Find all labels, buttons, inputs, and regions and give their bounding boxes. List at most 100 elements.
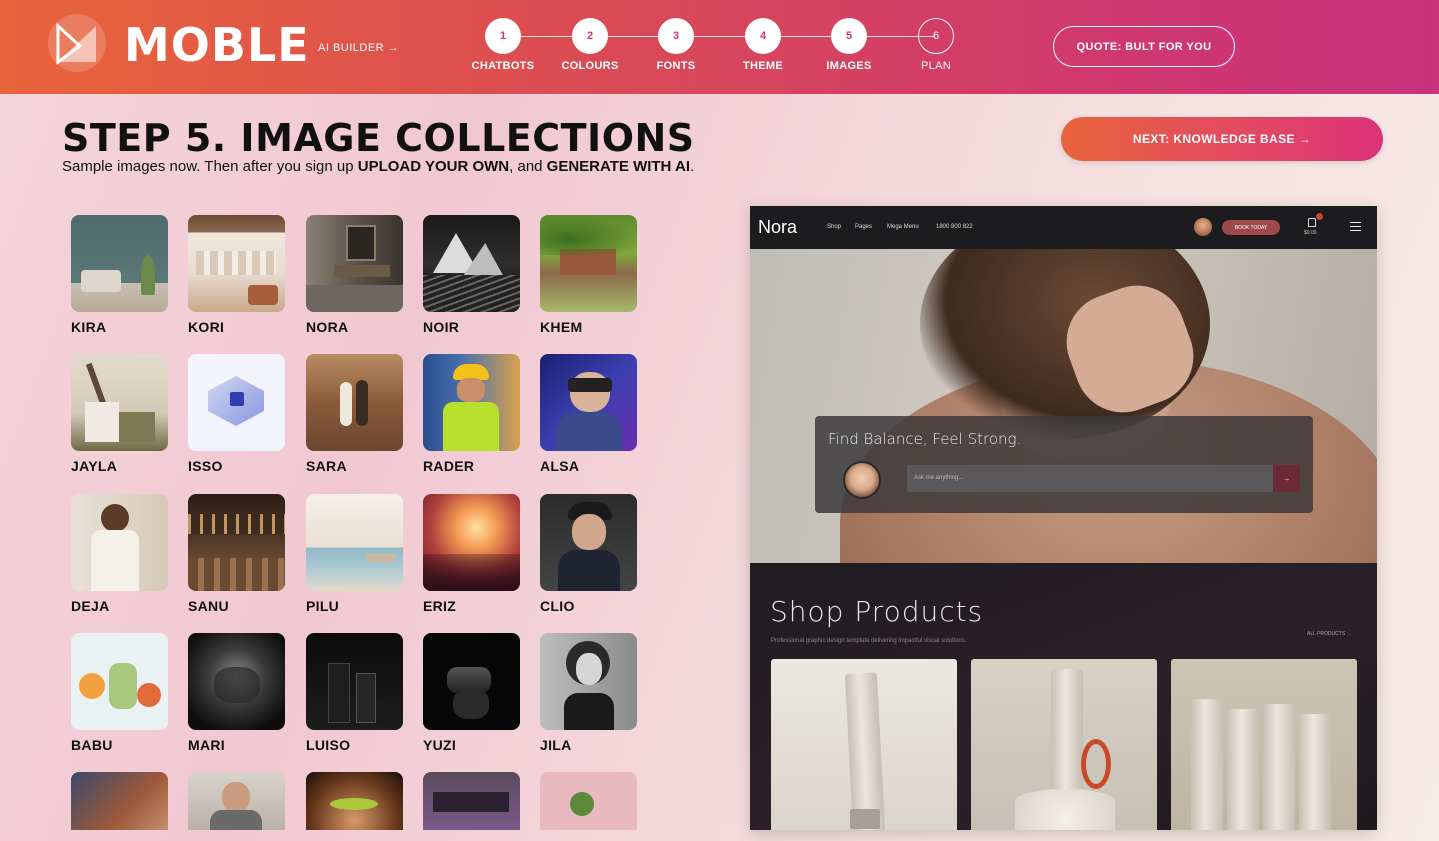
chat-placeholder: Ask me anything... bbox=[914, 475, 964, 481]
collection-tile[interactable] bbox=[188, 772, 285, 830]
preview-brand[interactable]: Nora bbox=[758, 217, 797, 238]
collection-noir[interactable]: NOIR bbox=[423, 215, 520, 335]
ai-builder-link[interactable]: AI BUILDER → bbox=[318, 42, 399, 54]
collection-thumbnail[interactable] bbox=[306, 215, 403, 312]
collection-thumbnail[interactable] bbox=[306, 633, 403, 730]
step-number: 6 bbox=[918, 18, 954, 54]
user-icon[interactable] bbox=[1308, 218, 1316, 227]
preview-avatar[interactable] bbox=[1194, 218, 1212, 236]
collection-tile[interactable] bbox=[71, 772, 168, 830]
cart-badge bbox=[1316, 213, 1323, 220]
collection-kori[interactable]: KORI bbox=[188, 215, 285, 335]
collection-yuzi[interactable]: YUZI bbox=[423, 633, 520, 753]
step-plan[interactable]: 6 PLAN bbox=[903, 18, 969, 72]
step-colours[interactable]: 2 COLOURS bbox=[557, 18, 623, 72]
collection-thumbnail[interactable] bbox=[71, 772, 168, 830]
collection-name: RADER bbox=[423, 458, 475, 474]
collection-thumbnail[interactable] bbox=[423, 215, 520, 312]
step-label: THEME bbox=[743, 60, 783, 72]
step-theme[interactable]: 4 THEME bbox=[730, 18, 796, 72]
collection-nora[interactable]: NORA bbox=[306, 215, 403, 335]
all-products-link[interactable]: ALL PRODUCTS → bbox=[1307, 631, 1352, 637]
collection-thumbnail[interactable] bbox=[423, 494, 520, 591]
preview-navbar: Nora Shop Pages Mega Menu 1800 800 822 B… bbox=[750, 206, 1377, 249]
product-cap bbox=[850, 809, 880, 829]
collection-deja[interactable]: DEJA bbox=[71, 494, 168, 614]
product-card[interactable] bbox=[1171, 659, 1357, 830]
collection-thumbnail[interactable] bbox=[423, 354, 520, 451]
product-tube bbox=[844, 672, 886, 830]
subtitle-text: . bbox=[690, 158, 695, 175]
collection-name: KIRA bbox=[71, 319, 107, 335]
collection-thumbnail[interactable] bbox=[71, 354, 168, 451]
collection-name: YUZI bbox=[423, 737, 457, 753]
next-knowledge-base-button[interactable]: NEXT: KNOWLEDGE BASE → bbox=[1061, 117, 1383, 161]
step-images[interactable]: 5 IMAGES bbox=[816, 18, 882, 72]
page-subtitle: Sample images now. Then after you sign u… bbox=[62, 158, 694, 175]
collection-sanu[interactable]: SANU bbox=[188, 494, 285, 614]
send-arrow-icon[interactable]: → bbox=[1273, 465, 1300, 492]
preview-nav-phone[interactable]: 1800 800 822 bbox=[936, 224, 973, 230]
product-card[interactable] bbox=[971, 659, 1157, 830]
collection-thumbnail[interactable] bbox=[540, 494, 637, 591]
collection-thumbnail[interactable] bbox=[188, 354, 285, 451]
collection-tile[interactable] bbox=[540, 772, 637, 830]
collection-clio[interactable]: CLIO bbox=[540, 494, 637, 614]
product-pedestal bbox=[1015, 789, 1115, 830]
collection-pilu[interactable]: PILU bbox=[306, 494, 403, 614]
collection-thumbnail[interactable] bbox=[540, 215, 637, 312]
step-fonts[interactable]: 3 FONTS bbox=[643, 18, 709, 72]
collection-thumbnail[interactable] bbox=[306, 494, 403, 591]
collection-thumbnail[interactable] bbox=[188, 633, 285, 730]
collection-thumbnail[interactable] bbox=[188, 772, 285, 830]
collection-rader[interactable]: RADER bbox=[423, 354, 520, 474]
collection-luiso[interactable]: LUISO bbox=[306, 633, 403, 753]
collection-thumbnail[interactable] bbox=[540, 633, 637, 730]
collection-thumbnail[interactable] bbox=[306, 772, 403, 830]
product-tube bbox=[1051, 669, 1083, 789]
preview-hero: Find Balance, Feel Strong. Ask me anythi… bbox=[750, 249, 1377, 563]
preview-nav-pages[interactable]: Pages bbox=[855, 224, 872, 230]
collection-tile[interactable] bbox=[423, 772, 520, 830]
collection-name: NOIR bbox=[423, 319, 460, 335]
collection-thumbnail[interactable] bbox=[71, 494, 168, 591]
moble-logo-icon[interactable] bbox=[48, 14, 106, 72]
collection-thumbnail[interactable] bbox=[71, 633, 168, 730]
product-tube bbox=[1263, 704, 1295, 830]
collection-sara[interactable]: SARA bbox=[306, 354, 403, 474]
collection-thumbnail[interactable] bbox=[306, 354, 403, 451]
hamburger-menu-icon[interactable] bbox=[1350, 222, 1361, 231]
collection-thumbnail[interactable] bbox=[188, 215, 285, 312]
subtitle-text: Sample images now. Then after you sign u… bbox=[62, 158, 358, 175]
collection-jila[interactable]: JILA bbox=[540, 633, 637, 753]
collection-eriz[interactable]: ERIZ bbox=[423, 494, 520, 614]
preview-book-button[interactable]: BOOK TODAY bbox=[1222, 220, 1280, 235]
collection-tile[interactable] bbox=[306, 772, 403, 830]
collection-thumbnail[interactable] bbox=[71, 215, 168, 312]
logo-text[interactable]: MOBLE bbox=[124, 18, 310, 72]
chat-input[interactable]: Ask me anything... bbox=[907, 465, 1273, 492]
collection-mari[interactable]: MARI bbox=[188, 633, 285, 753]
preview-nav-mega-menu[interactable]: Mega Menu bbox=[887, 224, 919, 230]
collection-name: ALSA bbox=[540, 458, 580, 474]
quote-button[interactable]: QUOTE: BULT FOR YOU bbox=[1053, 26, 1235, 67]
product-card[interactable] bbox=[771, 659, 957, 830]
collection-thumbnail[interactable] bbox=[423, 633, 520, 730]
collection-thumbnail[interactable] bbox=[188, 494, 285, 591]
step-number: 5 bbox=[831, 18, 867, 54]
collection-khem[interactable]: KHEM bbox=[540, 215, 637, 335]
shop-title: Shop Products bbox=[770, 595, 984, 628]
collection-jayla[interactable]: JAYLA bbox=[71, 354, 168, 474]
collection-thumbnail[interactable] bbox=[540, 354, 637, 451]
step-label: CHATBOTS bbox=[471, 60, 535, 72]
collection-isso[interactable]: ISSO bbox=[188, 354, 285, 474]
preview-nav-shop[interactable]: Shop bbox=[827, 224, 841, 230]
step-chatbots[interactable]: 1 CHATBOTS bbox=[470, 18, 536, 72]
collection-thumbnail[interactable] bbox=[540, 772, 637, 830]
collection-alsa[interactable]: ALSA bbox=[540, 354, 637, 474]
collection-name: ISSO bbox=[188, 458, 223, 474]
collection-babu[interactable]: BABU bbox=[71, 633, 168, 753]
collection-name: PILU bbox=[306, 598, 340, 614]
collection-thumbnail[interactable] bbox=[423, 772, 520, 830]
collection-kira[interactable]: KIRA bbox=[71, 215, 168, 335]
